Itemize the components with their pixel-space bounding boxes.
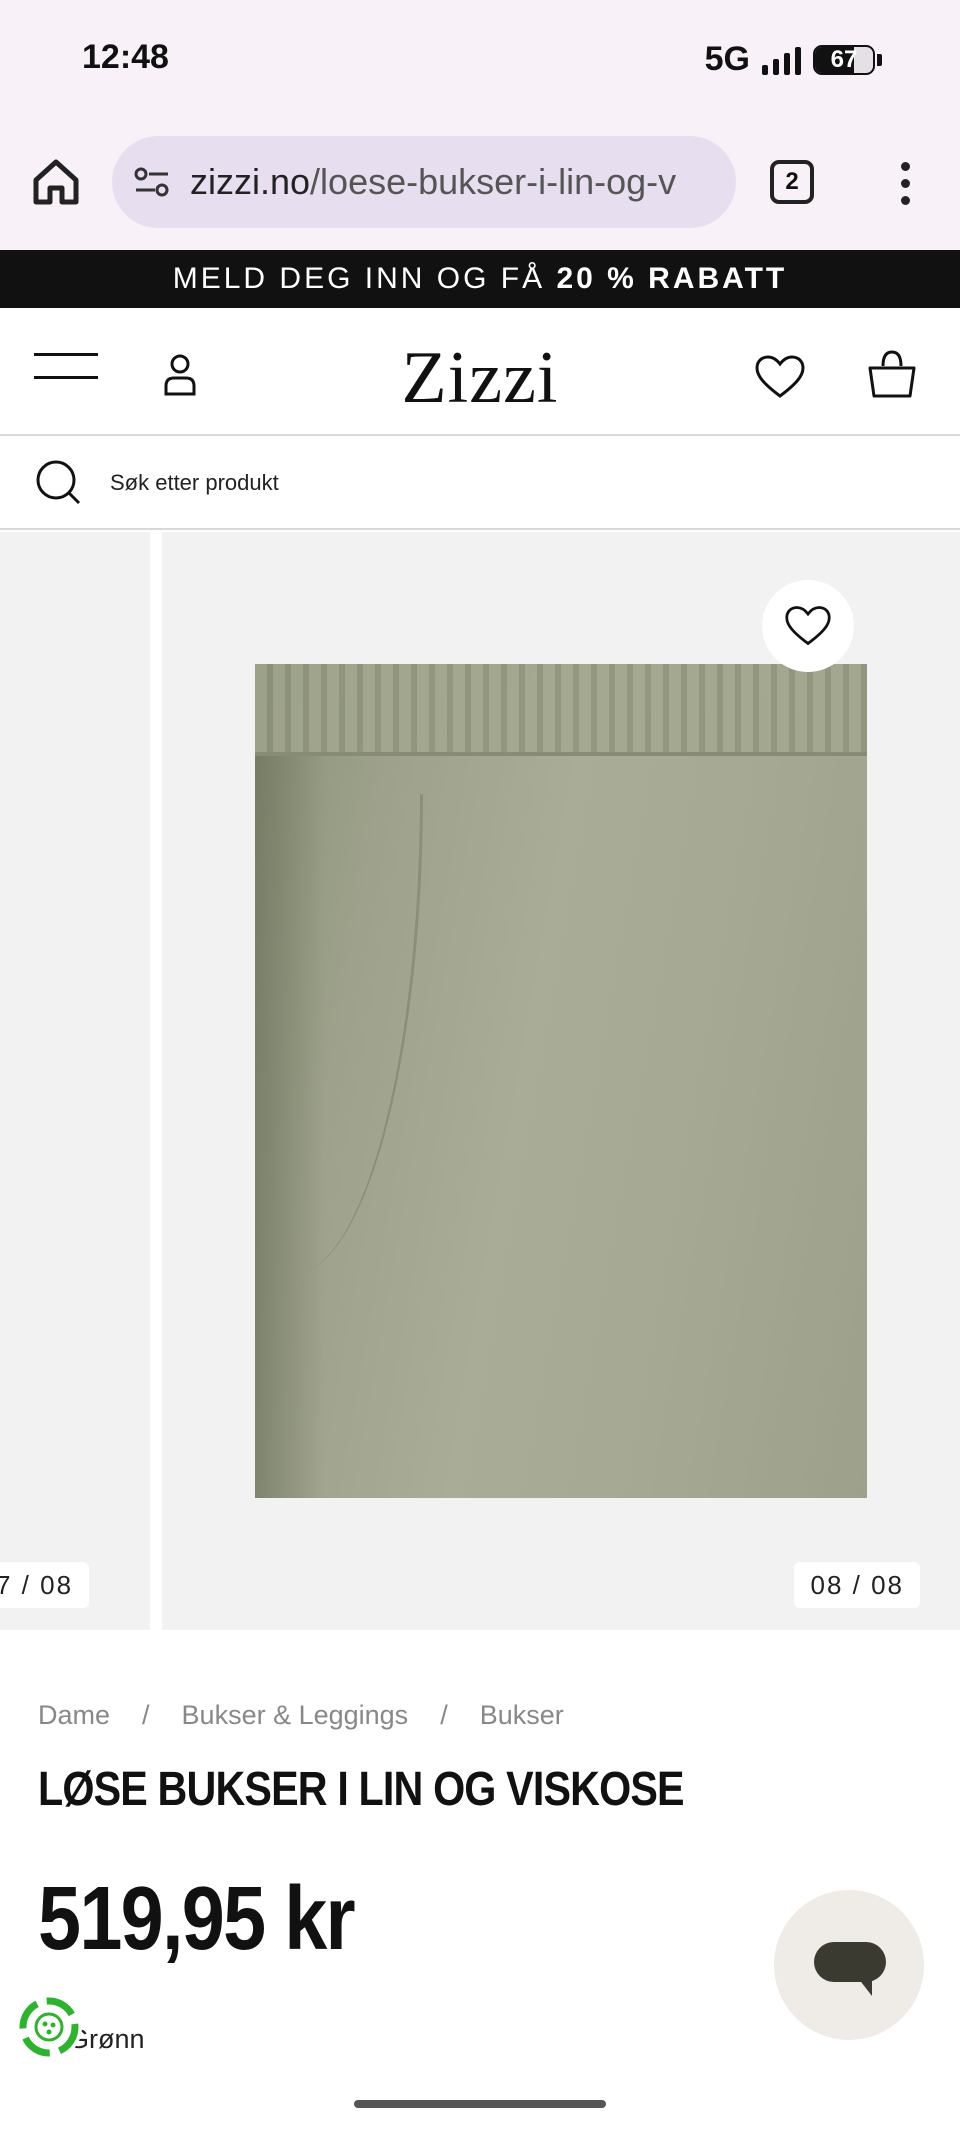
product-image[interactable] [255, 664, 867, 1498]
breadcrumb-separator: / [440, 1700, 448, 1730]
site-header: Zizzi [0, 308, 960, 436]
more-menu-icon[interactable] [890, 158, 920, 208]
promo-text: MELD DEG INN OG FÅ [172, 262, 557, 295]
product-price: 519,95 kr [38, 1869, 356, 1969]
breadcrumb-separator: / [142, 1700, 150, 1730]
home-indicator[interactable] [354, 2100, 606, 2108]
status-bar: 12:48 5G 67 [0, 0, 960, 118]
search-input[interactable] [110, 460, 910, 506]
chat-button[interactable] [774, 1890, 924, 2040]
product-title: LØSE BUKSER I LIN OG VISKOSE [38, 1763, 685, 1816]
promo-banner[interactable]: MELD DEG INN OG FÅ 20 % RABATT [0, 250, 960, 308]
slide-counter-current: 08 / 08 [794, 1562, 920, 1608]
product-gallery[interactable]: 7 / 08 08 / 08 [0, 532, 960, 1630]
network-type: 5G [704, 40, 750, 78]
url-domain: zizzi.no [190, 161, 311, 202]
promo-highlight: 20 % RABATT [556, 262, 788, 295]
gallery-slide-current[interactable]: 08 / 08 [162, 532, 960, 1630]
wishlist-heart-icon[interactable] [754, 354, 806, 400]
breadcrumb-item-dame[interactable]: Dame [38, 1700, 110, 1731]
breadcrumb-item-bukser-leggings[interactable]: Bukser & Leggings [182, 1700, 409, 1731]
status-indicators: 5G 67 [705, 40, 882, 79]
status-time: 12:48 [82, 38, 169, 76]
tab-switcher-button[interactable]: 2 [770, 160, 814, 204]
site-settings-icon[interactable] [132, 162, 172, 202]
signal-icon [762, 45, 801, 75]
search-icon[interactable] [34, 458, 82, 506]
battery-percent: 67 [830, 45, 858, 73]
recycle-icon [19, 1997, 79, 2057]
home-icon[interactable] [30, 156, 82, 208]
add-to-wishlist-button[interactable] [762, 580, 854, 672]
address-bar[interactable]: zizzi.no/loese-bukser-i-lin-og-v [112, 136, 736, 228]
shopping-bag-icon[interactable] [866, 348, 918, 400]
slide-counter-previous: 7 / 08 [0, 1562, 90, 1608]
site-logo[interactable]: Zizzi [0, 336, 960, 421]
browser-toolbar: zizzi.no/loese-bukser-i-lin-og-v 2 [0, 118, 960, 250]
heart-icon [785, 606, 831, 646]
battery-tip [877, 53, 882, 66]
search-bar [0, 436, 960, 530]
eco-badge[interactable] [16, 1994, 82, 2060]
url-path: /loese-bukser-i-lin-og-v [310, 161, 677, 202]
breadcrumb: Dame / Bukser & Leggings / Bukser [38, 1700, 564, 1731]
breadcrumb-item-bukser[interactable]: Bukser [480, 1700, 564, 1731]
chat-icon [814, 1942, 886, 1982]
gallery-slide-previous[interactable]: 7 / 08 [0, 532, 150, 1630]
battery-icon: 67 [813, 44, 875, 75]
url-text[interactable]: zizzi.no/loese-bukser-i-lin-og-v [190, 161, 676, 203]
